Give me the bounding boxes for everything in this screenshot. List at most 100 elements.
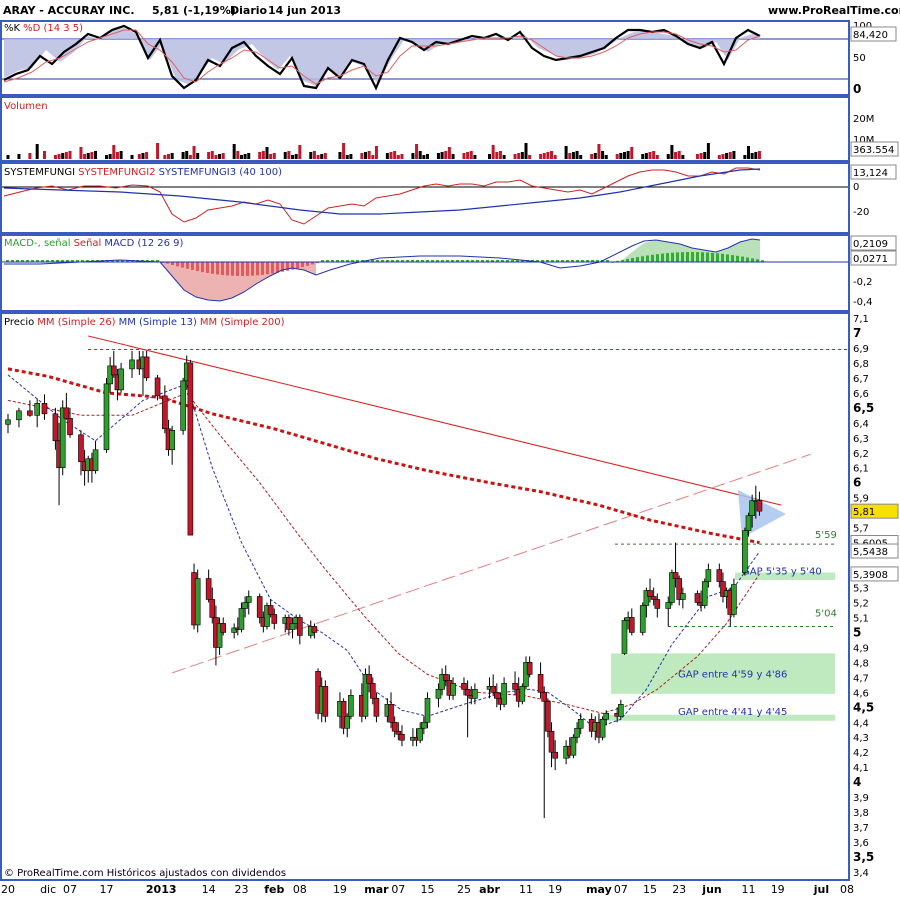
macd-hist-bar (216, 262, 219, 275)
volume-bar (214, 155, 218, 159)
volume-bar (491, 145, 495, 159)
macd-hist-bar (651, 254, 654, 262)
macd-hist-bar (226, 262, 229, 276)
volume-bar (732, 151, 736, 159)
volume-bar (619, 153, 623, 159)
volume-bar (291, 155, 295, 159)
volume-bar (243, 154, 247, 159)
price-tick: 3,5 (853, 850, 874, 864)
macd-hist-bar (666, 253, 669, 262)
macd-panel: MACD-, señal Señal MACD (12 26 9) 0,2109 0… (0, 234, 897, 312)
macd-hist-bar (266, 262, 269, 275)
volume-bar (400, 154, 404, 159)
candle-body (716, 569, 723, 582)
volume-bar (167, 154, 171, 159)
label-gap-441: GAP entre 4'41 y 4'45 (678, 707, 787, 718)
volume-bar (436, 153, 440, 159)
volume-bar (418, 151, 422, 159)
volume-bar (104, 155, 108, 159)
volume-bar (757, 151, 761, 159)
volume-bar (396, 155, 400, 159)
volume-bar (137, 154, 141, 159)
price-tick: 6,6 (853, 389, 869, 400)
volume-bar (86, 153, 90, 159)
price-legend-precio: Precio (4, 317, 34, 328)
macd-hist-bar (746, 257, 749, 262)
candle-body (118, 368, 124, 391)
volume-bar (447, 147, 451, 159)
price-tick: 4,8 (853, 658, 869, 669)
stochastic-legend-d: %D (14 3 5) (23, 23, 83, 34)
candle-body (297, 617, 303, 636)
price-tick: 6,9 (853, 344, 869, 355)
candle-body (705, 569, 712, 582)
candle-body (129, 359, 135, 370)
volume-bar (550, 151, 554, 159)
price-last-value: 5,81 (853, 507, 875, 518)
volume-bar (236, 151, 240, 159)
candle-body (322, 686, 329, 717)
volume-bar (207, 152, 211, 159)
volume-bar (520, 152, 524, 159)
macd-hist-bar (256, 262, 259, 276)
candle-body (205, 578, 212, 600)
volume-bar (579, 155, 583, 159)
time-tick: 11 (519, 883, 533, 896)
volume-bar (681, 155, 685, 159)
macd-hist-bar (731, 255, 734, 262)
price-tick: 3,7 (853, 823, 869, 834)
macd-hist-bar (721, 253, 724, 262)
price-tick: 4 (853, 775, 861, 789)
volume-bar (444, 151, 448, 159)
volume-bar (539, 154, 543, 159)
volume-bar (64, 152, 68, 159)
volume-bar (670, 145, 674, 159)
volume-bar (258, 152, 262, 159)
candle-body (450, 683, 456, 696)
stochastic-tick-50: 50 (853, 53, 866, 64)
volume-bar (141, 153, 145, 159)
time-tick: 20 (1, 883, 15, 896)
volume-bar (389, 152, 393, 159)
candle-body (194, 578, 201, 626)
volume-bar (130, 155, 134, 159)
time-tick: 07 (63, 883, 77, 896)
time-tick: jun (701, 883, 721, 896)
macd-hist-bar (681, 252, 684, 262)
volume-bar (309, 152, 313, 159)
price-legend: Precio MM (Simple 26) MM (Simple 13) MM (Si… (4, 317, 285, 328)
macd-hist-bar (191, 262, 194, 271)
candle-body (110, 365, 117, 376)
volume-frame (0, 96, 850, 162)
candle-body (388, 704, 394, 723)
volume-bar (374, 146, 378, 159)
candle-body (187, 362, 194, 536)
macd-hist-bar (296, 262, 299, 269)
volume-bar (261, 151, 265, 159)
volume-bar (298, 145, 302, 159)
macd-hist-bar (251, 262, 254, 276)
volume-bar (590, 154, 594, 159)
candle-body (424, 698, 431, 723)
volume-bar (743, 155, 747, 159)
volume-bar (553, 155, 557, 159)
price-tick: 3,6 (853, 838, 869, 849)
volume-last-value: 363.554 (853, 145, 894, 156)
candle-body (621, 620, 628, 654)
candle-body (267, 605, 274, 615)
candle-body (16, 410, 22, 421)
volume-bar (641, 154, 645, 159)
time-tick: feb (264, 883, 284, 896)
macd-tick-neg04: -0,4 (853, 297, 873, 308)
candle-body (41, 403, 48, 415)
volume-bar (385, 153, 389, 159)
volume-bar (218, 154, 222, 159)
volume-bar (185, 151, 189, 159)
time-tick: abr (479, 883, 500, 896)
volume-bar (517, 153, 521, 159)
macd-hist-bar (211, 262, 214, 274)
volume-bar (422, 155, 426, 159)
stochastic-legend: %K %D (14 3 5) (4, 23, 83, 34)
volume-bar (61, 153, 65, 159)
volume-bar (294, 154, 298, 159)
